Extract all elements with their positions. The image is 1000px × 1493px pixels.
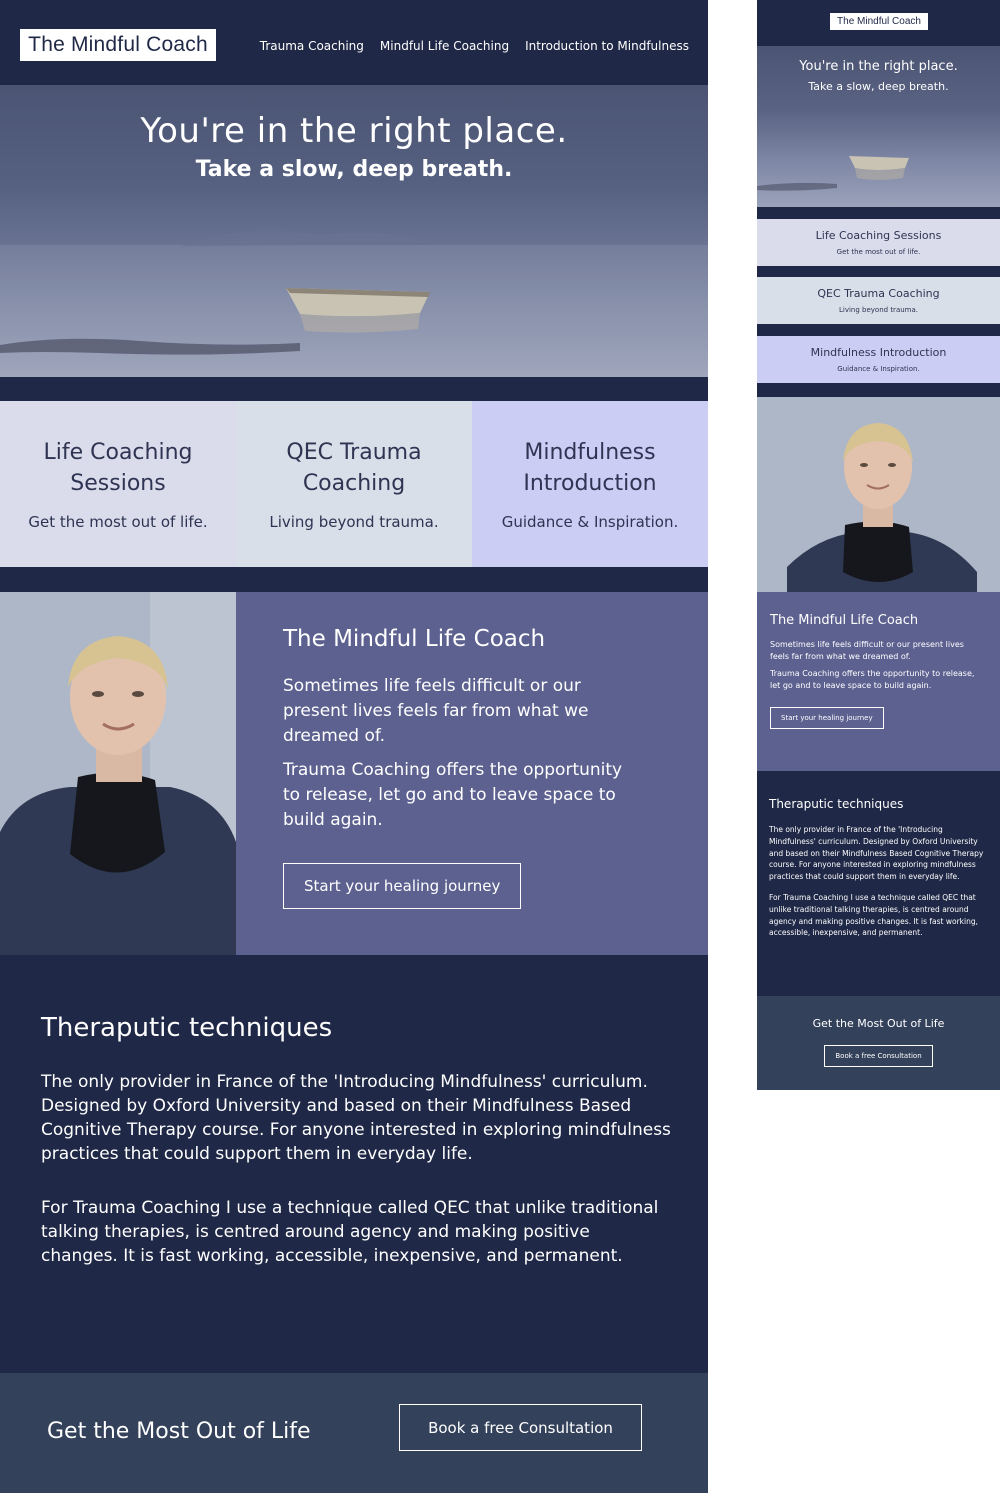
logo-text: The Mindful Coach xyxy=(837,16,921,27)
service-card-title: QEC Trauma Coaching xyxy=(286,440,422,496)
mobile-mockup: The Mindful Coach You're in the right pl… xyxy=(757,0,1000,1090)
hero-headline: You're in the right place. xyxy=(799,59,958,74)
service-card-tagline: Living beyond trauma. xyxy=(269,513,439,531)
logo[interactable]: The Mindful Coach xyxy=(19,28,217,62)
service-card-title: QEC Trauma Coaching xyxy=(817,287,940,300)
mobile-service-card-life-coaching[interactable]: Life Coaching Sessions Get the most out … xyxy=(757,219,1000,266)
service-card-mindfulness[interactable]: Mindfulness Introduction Guidance & Insp… xyxy=(472,401,708,567)
techniques-title: Theraputic techniques xyxy=(769,797,904,811)
service-card-title: Mindfulness Introduction xyxy=(523,440,657,496)
coach-text-panel: The Mindful Life Coach Sometimes life fe… xyxy=(236,592,708,955)
cta-title: Get the Most Out of Life xyxy=(47,1419,311,1444)
service-card-tagline: Guidance & Inspiration. xyxy=(837,365,920,373)
hero-subheadline: Take a slow, deep breath. xyxy=(195,157,513,182)
techniques-section: Theraputic techniques The only provider … xyxy=(0,955,708,1373)
service-card-tagline: Guidance & Inspiration. xyxy=(501,513,679,531)
mobile-cta-footer: Get the Most Out of Life Book a free Con… xyxy=(757,996,1000,1090)
site-header: The Mindful Coach Trauma Coaching Mindfu… xyxy=(0,0,708,85)
coach-section: The Mindful Life Coach Sometimes life fe… xyxy=(0,592,708,955)
hero-headline: You're in the right place. xyxy=(140,111,568,151)
nav-link-mindful-life-coaching[interactable]: Mindful Life Coaching xyxy=(380,39,509,53)
mobile-service-card-trauma-coaching[interactable]: QEC Trauma Coaching Living beyond trauma… xyxy=(757,277,1000,324)
techniques-title: Theraputic techniques xyxy=(41,1013,333,1043)
start-healing-button[interactable]: Start your healing journey xyxy=(283,863,522,909)
techniques-paragraph: For Trauma Coaching I use a technique ca… xyxy=(769,892,978,938)
service-card-title: Mindfulness Introduction xyxy=(810,346,947,359)
mobile-techniques-section: Theraputic techniques The only provider … xyxy=(757,771,1000,996)
mobile-logo[interactable]: The Mindful Coach xyxy=(830,13,928,30)
mobile-coach-section: The Mindful Life Coach Sometimes life fe… xyxy=(757,592,1000,771)
service-card-trauma-coaching[interactable]: QEC Trauma Coaching Living beyond trauma… xyxy=(236,401,472,567)
mobile-coach-portrait xyxy=(757,397,1000,592)
techniques-paragraph: The only provider in France of the 'Intr… xyxy=(769,825,984,882)
service-card-tagline: Get the most out of life. xyxy=(28,513,208,531)
mobile-service-card-mindfulness[interactable]: Mindfulness Introduction Guidance & Insp… xyxy=(757,336,1000,383)
techniques-paragraph: The only provider in France of the 'Intr… xyxy=(41,1072,671,1164)
service-card-tagline: Living beyond trauma. xyxy=(839,306,918,314)
main-nav: Trauma Coaching Mindful Life Coaching In… xyxy=(260,39,689,53)
hero-banner: You're in the right place. Take a slow, … xyxy=(0,85,708,377)
logo-text: The Mindful Coach xyxy=(28,33,208,56)
start-healing-button[interactable]: Start your healing journey xyxy=(770,707,884,729)
coach-paragraph: Sometimes life feels difficult or our pr… xyxy=(283,676,589,746)
divider xyxy=(0,377,708,401)
service-cards: Life Coaching Sessions Get the most out … xyxy=(0,401,708,567)
desktop-mockup: The Mindful Coach Trauma Coaching Mindfu… xyxy=(0,0,708,1493)
coach-paragraph: Trauma Coaching offers the opportunity t… xyxy=(770,669,975,690)
cta-title: Get the Most Out of Life xyxy=(812,1017,945,1030)
hero-subheadline: Take a slow, deep breath. xyxy=(808,80,949,93)
mobile-hero-banner: You're in the right place. Take a slow, … xyxy=(757,46,1000,207)
coach-portrait xyxy=(0,592,236,955)
book-consultation-button[interactable]: Book a free Consultation xyxy=(824,1045,933,1067)
service-card-title: Life Coaching Sessions xyxy=(815,229,942,242)
service-card-life-coaching[interactable]: Life Coaching Sessions Get the most out … xyxy=(0,401,236,567)
coach-paragraph: Sometimes life feels difficult or our pr… xyxy=(770,640,964,661)
coach-paragraph: Trauma Coaching offers the opportunity t… xyxy=(283,760,623,830)
coach-title: The Mindful Life Coach xyxy=(770,613,919,628)
service-card-tagline: Get the most out of life. xyxy=(836,248,921,256)
cta-footer: Get the Most Out of Life Book a free Con… xyxy=(0,1373,708,1493)
nav-link-trauma-coaching[interactable]: Trauma Coaching xyxy=(260,39,364,53)
service-card-title: Life Coaching Sessions xyxy=(43,440,193,496)
coach-title: The Mindful Life Coach xyxy=(283,626,546,652)
book-consultation-button[interactable]: Book a free Consultation xyxy=(399,1404,642,1451)
nav-link-intro-mindfulness[interactable]: Introduction to Mindfulness xyxy=(525,39,689,53)
techniques-paragraph: For Trauma Coaching I use a technique ca… xyxy=(41,1198,659,1266)
